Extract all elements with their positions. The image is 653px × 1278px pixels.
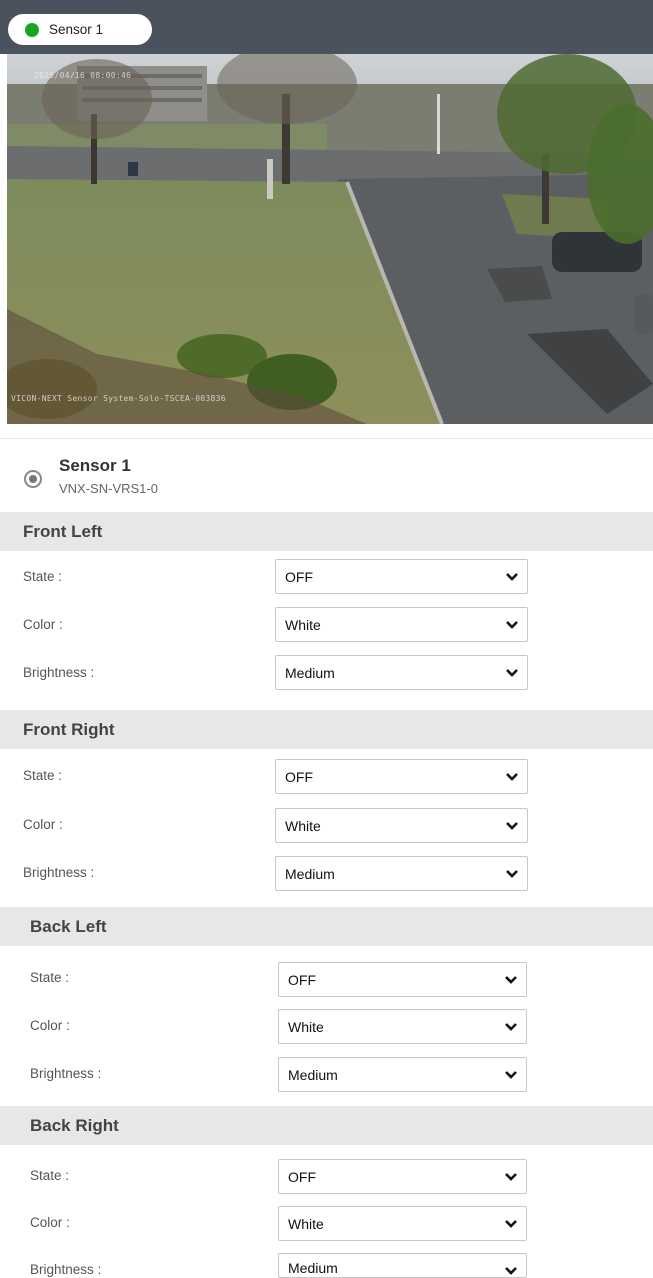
camera-timestamp: 2025/04/16 08:00:46 xyxy=(34,71,132,80)
radio-selected-icon[interactable] xyxy=(24,470,42,488)
select-value: OFF xyxy=(285,568,313,585)
state-label: State : xyxy=(30,1168,70,1183)
back-left-brightness-select[interactable]: Medium xyxy=(278,1057,527,1092)
front-right-state-select[interactable]: OFF xyxy=(275,759,528,794)
sensor-info: Sensor 1 VNX-SN-VRS1-0 xyxy=(0,452,653,512)
sensor-tab[interactable]: Sensor 1 xyxy=(8,14,152,45)
state-label: State : xyxy=(30,970,70,985)
select-value: Medium xyxy=(285,664,335,681)
section-header-front-left: Front Left xyxy=(0,512,653,551)
sensor-model: VNX-SN-VRS1-0 xyxy=(59,481,158,496)
section-title: Front Right xyxy=(23,719,115,739)
back-left-color-select[interactable]: White xyxy=(278,1009,527,1044)
select-value: White xyxy=(288,1215,324,1232)
select-value: OFF xyxy=(285,768,313,785)
color-label: Color : xyxy=(30,1215,70,1230)
select-value: OFF xyxy=(288,1168,316,1185)
brightness-label: Brightness : xyxy=(30,1262,102,1277)
front-right-brightness-select[interactable]: Medium xyxy=(275,856,528,891)
section-title: Back Right xyxy=(30,1115,119,1135)
front-right-color-select[interactable]: White xyxy=(275,808,528,843)
back-left-state-select[interactable]: OFF xyxy=(278,962,527,997)
chevron-down-icon xyxy=(505,976,517,984)
chevron-down-icon xyxy=(505,1220,517,1228)
brightness-label: Brightness : xyxy=(23,865,95,880)
section-title: Front Left xyxy=(23,521,103,541)
section-title: Back Left xyxy=(30,916,107,936)
color-label: Color : xyxy=(23,817,63,832)
top-bar: Sensor 1 xyxy=(0,0,653,54)
chevron-down-icon xyxy=(506,669,518,677)
select-value: OFF xyxy=(288,971,316,988)
front-left-color-select[interactable]: White xyxy=(275,607,528,642)
brightness-label: Brightness : xyxy=(23,665,95,680)
state-label: State : xyxy=(23,569,63,584)
front-left-state-select[interactable]: OFF xyxy=(275,559,528,594)
select-value: Medium xyxy=(288,1260,338,1276)
status-dot-icon xyxy=(25,22,39,37)
select-value: White xyxy=(285,817,321,834)
section-header-back-left: Back Left xyxy=(0,907,653,946)
front-left-brightness-select[interactable]: Medium xyxy=(275,655,528,690)
color-label: Color : xyxy=(30,1018,70,1033)
section-header-front-right: Front Right xyxy=(0,710,653,749)
chevron-down-icon xyxy=(505,1023,517,1031)
chevron-down-icon xyxy=(506,773,518,781)
sensor-tab-label: Sensor 1 xyxy=(49,22,104,37)
select-value: Medium xyxy=(288,1066,338,1083)
state-label: State : xyxy=(23,768,63,783)
chevron-down-icon xyxy=(505,1267,517,1275)
color-label: Color : xyxy=(23,617,63,632)
back-right-color-select[interactable]: White xyxy=(278,1206,527,1241)
camera-feed: 2025/04/16 08:00:46 VICON-NEXT Sensor Sy… xyxy=(7,54,653,424)
camera-image xyxy=(7,54,653,424)
select-value: White xyxy=(288,1018,324,1035)
chevron-down-icon xyxy=(505,1071,517,1079)
brightness-label: Brightness : xyxy=(30,1066,102,1081)
divider xyxy=(0,438,653,439)
chevron-down-icon xyxy=(506,621,518,629)
back-right-state-select[interactable]: OFF xyxy=(278,1159,527,1194)
back-right-brightness-select[interactable]: Medium xyxy=(278,1253,527,1278)
sensor-name: Sensor 1 xyxy=(59,456,131,475)
camera-caption: VICON-NEXT Sensor System-Solo-TSCEA-0038… xyxy=(11,394,226,403)
select-value: Medium xyxy=(285,865,335,882)
chevron-down-icon xyxy=(506,573,518,581)
chevron-down-icon xyxy=(506,870,518,878)
chevron-down-icon xyxy=(505,1173,517,1181)
section-header-back-right: Back Right xyxy=(0,1106,653,1145)
select-value: White xyxy=(285,616,321,633)
chevron-down-icon xyxy=(506,822,518,830)
